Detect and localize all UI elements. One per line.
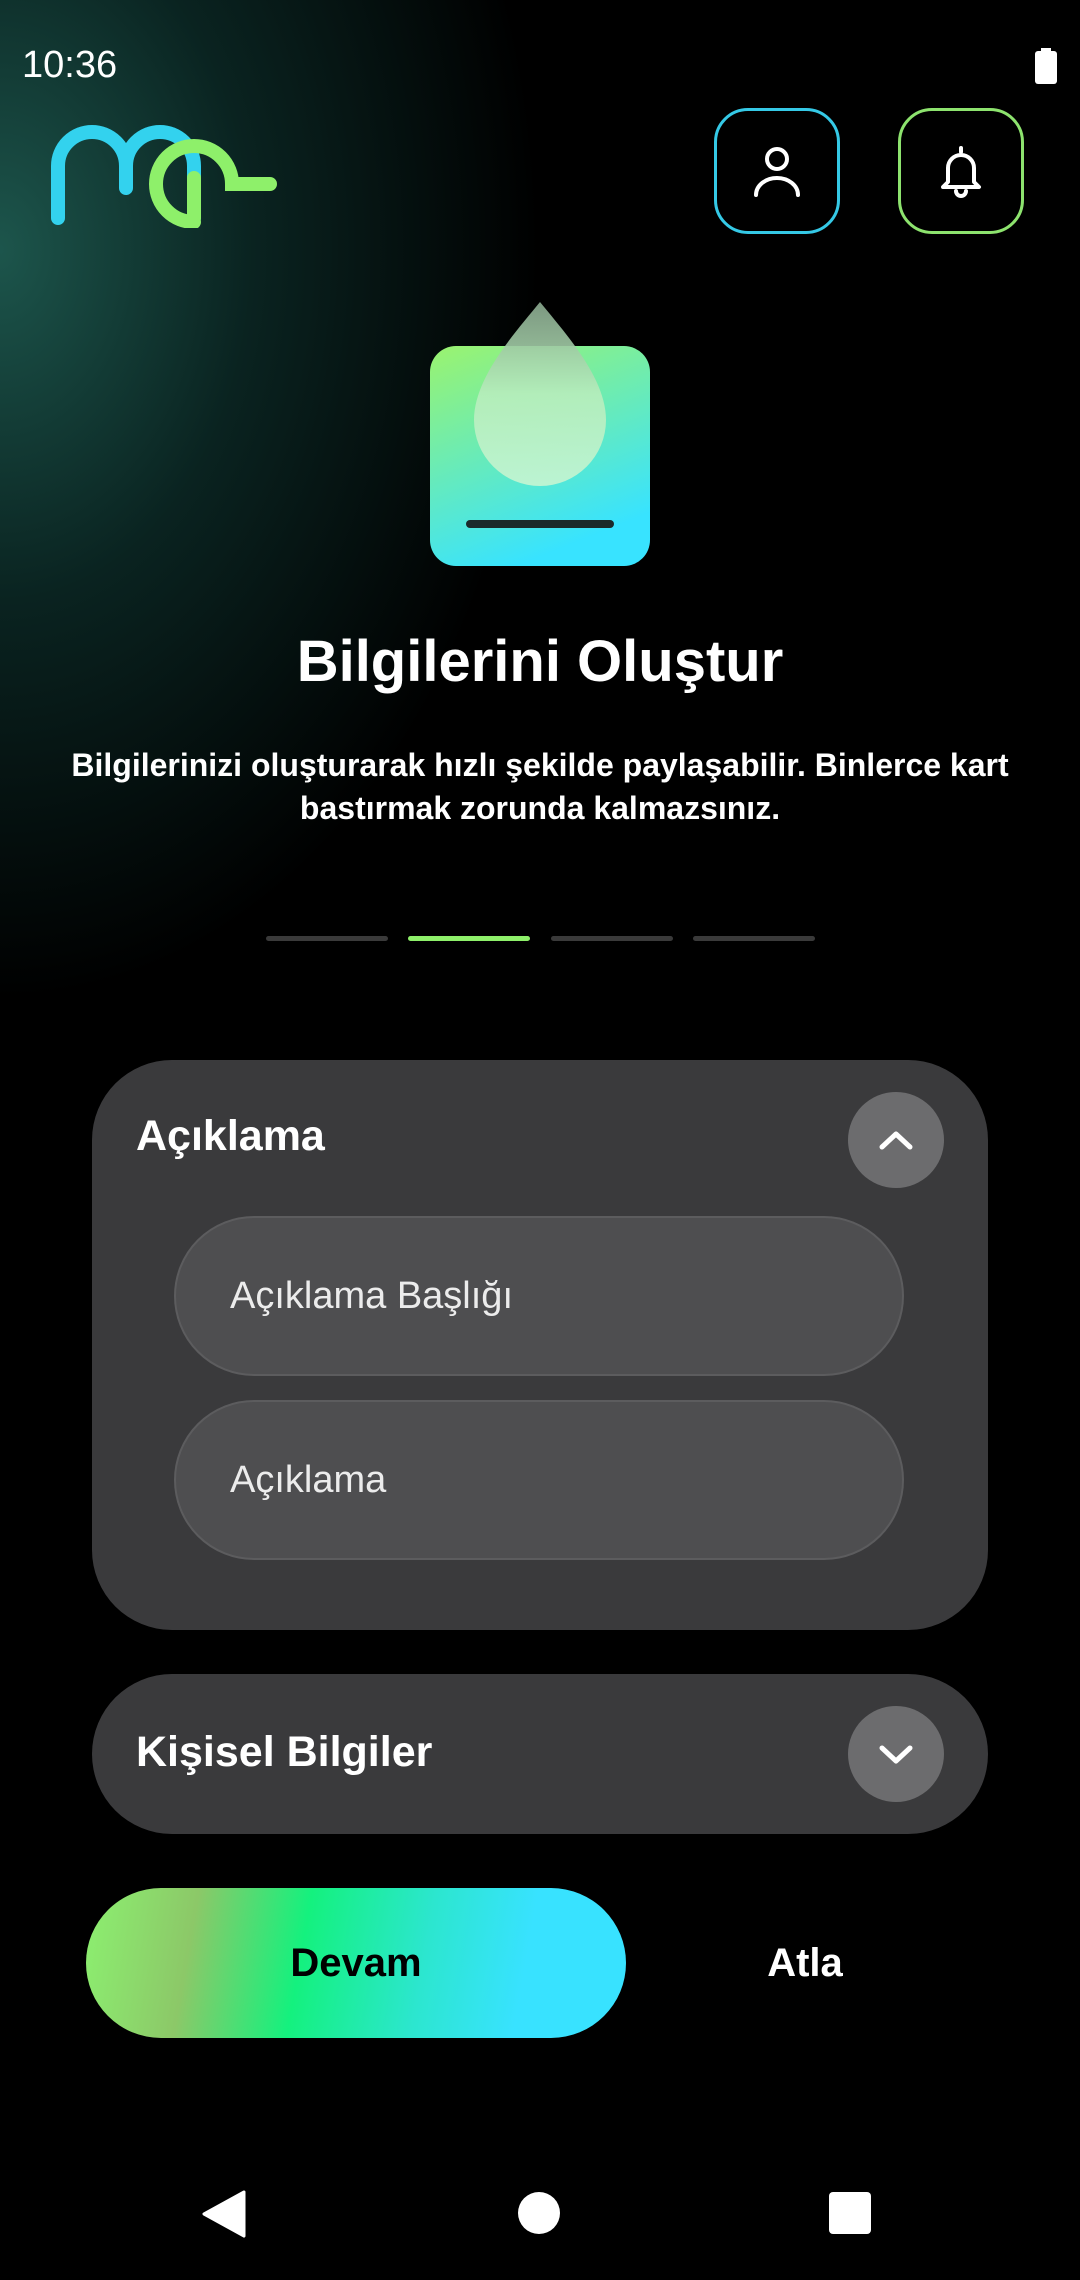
description-section-title: Açıklama <box>136 1112 325 1160</box>
description-title-field[interactable]: Açıklama Başlığı <box>174 1216 904 1376</box>
personal-info-section[interactable]: Kişisel Bilgiler <box>92 1674 988 1834</box>
person-icon <box>754 147 800 197</box>
page-subtitle: Bilgilerinizi oluşturarak hızlı şekilde … <box>40 744 1040 830</box>
description-section: Açıklama Açıklama Başlığı Açıklama <box>92 1060 988 1630</box>
page-indicator-dot <box>693 936 815 941</box>
description-title-placeholder: Açıklama Başlığı <box>230 1274 513 1317</box>
notifications-button[interactable] <box>898 108 1024 234</box>
collapse-button[interactable] <box>848 1092 944 1188</box>
continue-button[interactable]: Devam <box>86 1888 626 2038</box>
battery-icon <box>1035 48 1057 84</box>
bell-icon <box>941 146 981 198</box>
personal-info-section-title: Kişisel Bilgiler <box>136 1728 433 1776</box>
profile-button[interactable] <box>714 108 840 234</box>
subtitle-line-2: bastırmak zorunda kalmazsınız. <box>299 790 781 826</box>
chevron-down-icon <box>879 1745 913 1764</box>
expand-button[interactable] <box>848 1706 944 1802</box>
nav-recents-icon[interactable] <box>829 2192 871 2234</box>
chevron-up-icon <box>879 1131 913 1150</box>
skip-button[interactable]: Atla <box>700 1888 910 2038</box>
drop-card-icon <box>430 302 650 566</box>
page-indicator-dot <box>266 936 388 941</box>
nav-home-icon[interactable] <box>518 2192 560 2234</box>
subtitle-line-1: Bilgilerinizi oluşturarak hızlı şekilde … <box>71 747 1009 783</box>
status-time: 10:36 <box>22 44 118 86</box>
page-indicator-dot-active <box>408 936 530 941</box>
nav-back-icon[interactable] <box>200 2190 246 2238</box>
description-placeholder: Açıklama <box>230 1458 387 1501</box>
page-indicator-dot <box>551 936 673 941</box>
me-logo <box>51 125 277 228</box>
description-field[interactable]: Açıklama <box>174 1400 904 1560</box>
page-title: Bilgilerini Oluştur <box>296 629 784 694</box>
page-indicator <box>0 936 1080 942</box>
